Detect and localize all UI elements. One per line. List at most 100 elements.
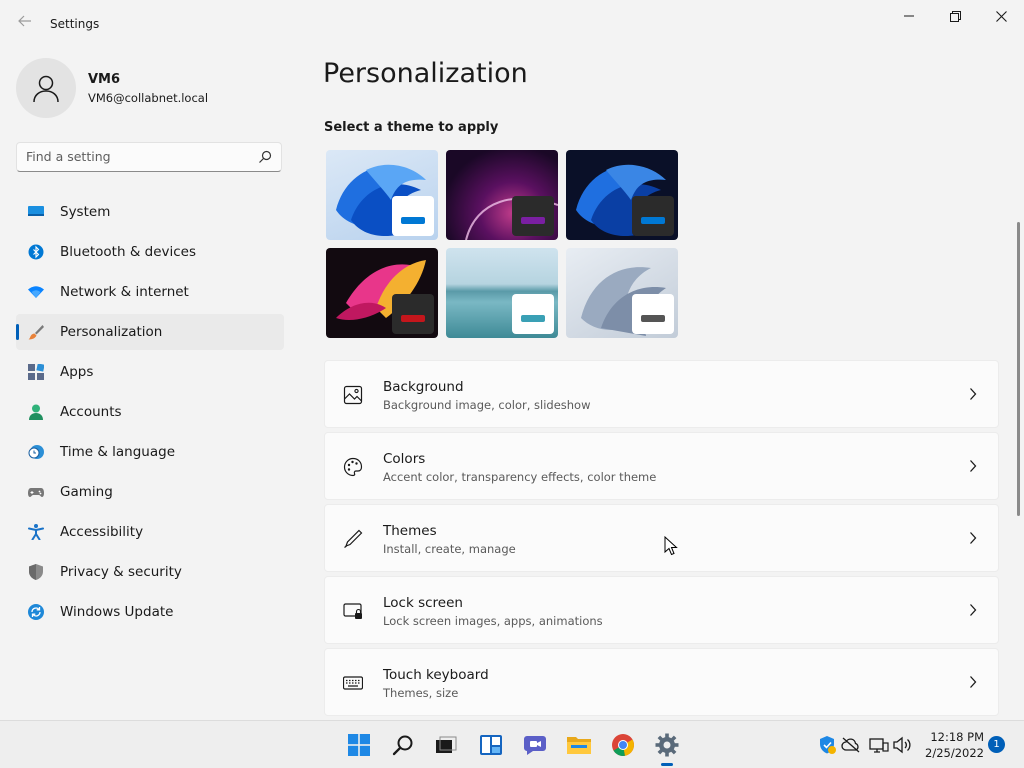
clock-globe-icon	[28, 445, 44, 459]
theme-thumbnail-windows-dark[interactable]	[566, 150, 678, 240]
chat-icon[interactable]	[521, 731, 549, 759]
chevron-right-icon	[970, 604, 977, 616]
sidebar-item-windows-update[interactable]: Windows Update	[16, 594, 284, 630]
sidebar-item-accessibility[interactable]: Accessibility	[16, 514, 284, 550]
keyboard-icon	[343, 676, 363, 690]
sidebar-item-network[interactable]: Network & internet	[16, 274, 284, 310]
search-input[interactable]	[26, 149, 246, 164]
theme-thumbnail-windows-light[interactable]	[326, 150, 438, 240]
theme-preview-window	[392, 294, 434, 334]
file-explorer-icon[interactable]	[565, 731, 593, 759]
chevron-right-icon	[970, 388, 977, 400]
theme-thumbnail-glow[interactable]	[446, 150, 558, 240]
close-button[interactable]	[978, 0, 1024, 32]
sidebar-item-label: Accessibility	[60, 524, 144, 540]
task-view-icon[interactable]	[432, 731, 460, 759]
sidebar-item-label: Time & language	[60, 444, 176, 460]
themes-card[interactable]: Themes Install, create, manage	[324, 504, 999, 572]
sidebar-item-bluetooth[interactable]: Bluetooth & devices	[16, 234, 284, 270]
bluetooth-icon	[28, 244, 44, 260]
maximize-button[interactable]	[932, 0, 978, 32]
sidebar-item-label: Windows Update	[60, 604, 174, 620]
sidebar-item-label: Apps	[60, 364, 94, 380]
theme-accent-bar	[641, 315, 665, 322]
sidebar-item-label: Bluetooth & devices	[60, 244, 197, 260]
card-subtitle: Install, create, manage	[383, 542, 516, 556]
theme-preview-window	[392, 196, 434, 236]
person-icon	[33, 75, 59, 103]
widgets-icon[interactable]	[477, 731, 505, 759]
sidebar-item-gaming[interactable]: Gaming	[16, 474, 284, 510]
lock-screen-icon	[343, 603, 362, 619]
sidebar-item-privacy-security[interactable]: Privacy & security	[16, 554, 284, 590]
defender-shield-icon[interactable]	[817, 735, 837, 755]
theme-preview-window	[512, 196, 554, 236]
lock-screen-card[interactable]: Lock screen Lock screen images, apps, an…	[324, 576, 999, 644]
paintbrush-icon	[28, 325, 44, 340]
wifi-icon	[28, 286, 44, 298]
card-title: Lock screen	[383, 595, 463, 611]
sidebar-item-apps[interactable]: Apps	[16, 354, 284, 390]
search-icon[interactable]	[389, 731, 417, 759]
theme-preview-window	[512, 294, 554, 334]
card-subtitle: Background image, color, slideshow	[383, 398, 591, 412]
sidebar-item-label: System	[60, 204, 111, 220]
sidebar-nav: System Bluetooth & devices Network & int…	[16, 194, 284, 634]
back-arrow-icon[interactable]	[14, 12, 36, 34]
settings-gear-icon[interactable]	[653, 731, 681, 766]
card-title: Background	[383, 379, 464, 395]
search-box[interactable]	[16, 142, 282, 172]
scrollbar-thumb[interactable]	[1017, 222, 1020, 516]
user-profile[interactable]: VM6 VM6@collabnet.local	[16, 58, 286, 118]
windows-start-icon[interactable]	[345, 731, 373, 759]
sidebar-item-label: Accounts	[60, 404, 122, 420]
user-email: VM6@collabnet.local	[88, 91, 209, 105]
background-card[interactable]: Background Background image, color, slid…	[324, 360, 999, 428]
theme-accent-bar	[521, 217, 545, 224]
sidebar-item-system[interactable]: System	[16, 194, 284, 230]
sidebar-item-accounts[interactable]: Accounts	[16, 394, 284, 430]
palette-icon	[343, 457, 363, 477]
shield-icon	[29, 564, 43, 580]
clock-date: 2/25/2022	[925, 746, 984, 760]
chrome-icon[interactable]	[609, 731, 637, 759]
volume-icon[interactable]	[892, 735, 912, 755]
colors-card[interactable]: Colors Accent color, transparency effect…	[324, 432, 999, 500]
touch-keyboard-card[interactable]: Touch keyboard Themes, size	[324, 648, 999, 716]
theme-thumbnail-captured-motion[interactable]	[326, 248, 438, 338]
themes-section-label: Select a theme to apply	[324, 120, 499, 135]
theme-thumbnail-flow[interactable]	[566, 248, 678, 338]
clock-time: 12:18 PM	[930, 730, 984, 744]
pen-icon	[344, 529, 363, 548]
page-title: Personalization	[323, 58, 528, 89]
chevron-right-icon	[970, 676, 977, 688]
minimize-button[interactable]	[886, 0, 932, 32]
notification-badge[interactable]: 1	[988, 736, 1005, 753]
apps-icon	[28, 364, 44, 380]
gamepad-icon	[28, 488, 44, 497]
monitor-icon	[28, 206, 44, 216]
sidebar-item-label: Privacy & security	[60, 564, 182, 580]
theme-preview-window	[632, 294, 674, 334]
onedrive-offline-icon[interactable]	[841, 735, 861, 755]
card-title: Themes	[383, 523, 437, 539]
network-icon[interactable]	[869, 735, 889, 755]
card-title: Colors	[383, 451, 426, 467]
update-icon	[28, 604, 44, 620]
chevron-right-icon	[970, 460, 977, 472]
theme-thumbnail-sunrise-lake[interactable]	[446, 248, 558, 338]
sidebar-item-label: Network & internet	[60, 284, 189, 300]
person-icon	[29, 404, 43, 420]
sidebar-item-personalization[interactable]: Personalization	[16, 314, 284, 350]
theme-accent-bar	[641, 217, 665, 224]
card-subtitle: Lock screen images, apps, animations	[383, 614, 603, 628]
theme-accent-bar	[401, 315, 425, 322]
chevron-right-icon	[970, 532, 977, 544]
taskbar-clock[interactable]: 12:18 PM 2/25/2022	[918, 729, 984, 761]
accessibility-icon	[28, 524, 44, 540]
avatar	[16, 58, 76, 118]
mouse-cursor-icon	[664, 536, 678, 556]
card-subtitle: Themes, size	[383, 686, 459, 700]
taskbar: 12:18 PM 2/25/2022 1	[0, 720, 1024, 768]
sidebar-item-time-language[interactable]: Time & language	[16, 434, 284, 470]
